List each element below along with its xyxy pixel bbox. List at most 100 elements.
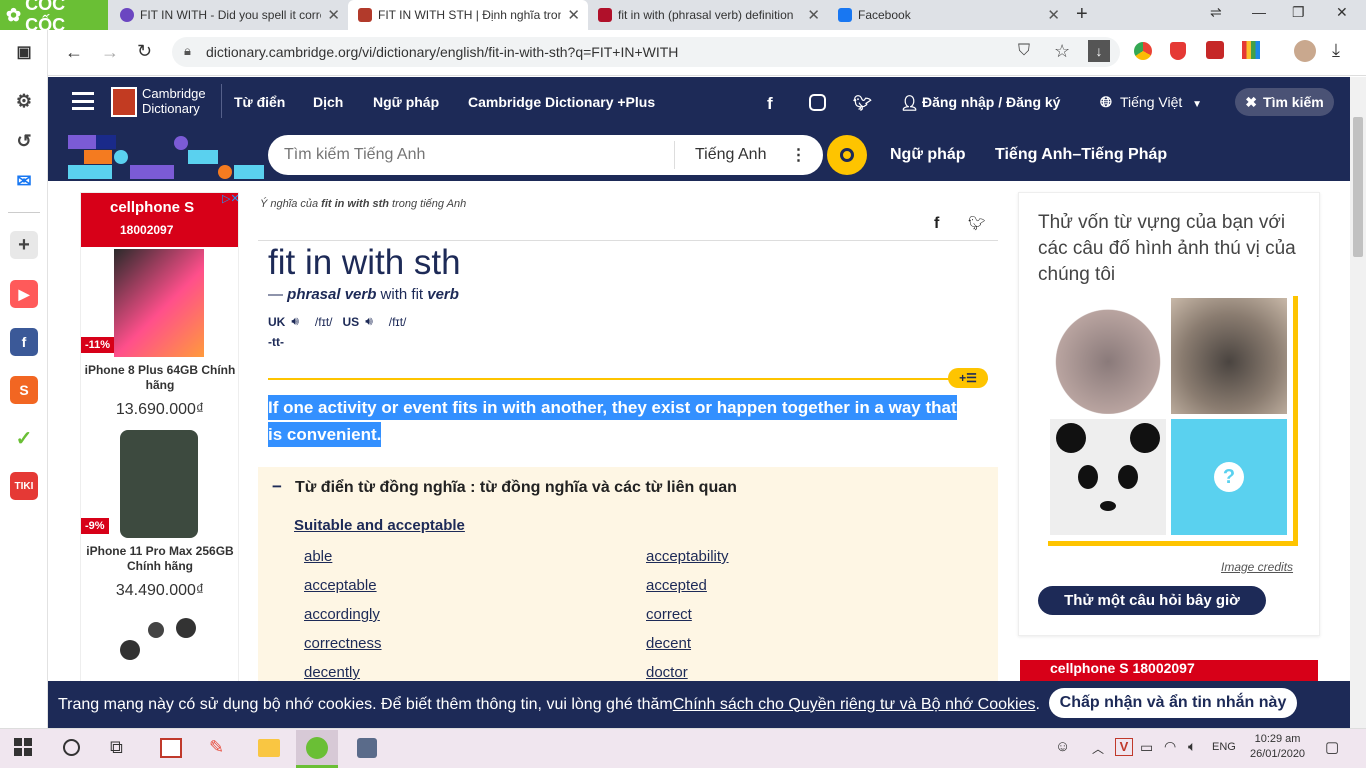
synonym-link[interactable]: correct (646, 606, 692, 623)
wifi-icon[interactable]: ◠ (1164, 738, 1176, 755)
synonym-link[interactable]: acceptable (304, 577, 377, 594)
unikey-icon[interactable]: V (1115, 738, 1133, 756)
site-logo[interactable]: Cambridge Dictionary (142, 86, 206, 116)
synonym-link[interactable]: accordingly (304, 606, 380, 623)
thesaurus-title[interactable]: Từ điển từ đồng nghĩa : từ đồng nghĩa và… (295, 479, 737, 497)
share-twitter-icon[interactable]: 🐦︎ (968, 215, 986, 232)
language-indicator[interactable]: ENG (1212, 741, 1236, 753)
avatar[interactable] (1294, 40, 1316, 62)
nav-grammar[interactable]: Ngữ pháp (373, 94, 439, 110)
url-field[interactable]: 🔒︎ dictionary.cambridge.org/vi/dictionar… (172, 37, 1120, 67)
file-explorer-icon[interactable] (258, 739, 280, 757)
quiz-start-button[interactable]: Thử một câu hỏi bây giờ (1038, 586, 1266, 615)
synonym-link[interactable]: correctness (304, 635, 382, 652)
collapse-icon[interactable]: − (272, 477, 282, 497)
synonym-link[interactable]: acceptability (646, 548, 729, 565)
download-arrow-icon[interactable]: ⤓ (1332, 40, 1340, 61)
login-link[interactable]: Đăng nhập / Đăng ký (922, 94, 1060, 110)
privacy-policy-link[interactable]: Chính sách cho Quyền riêng tư và Bộ nhớ … (673, 696, 1036, 714)
coccoc-taskbar-active[interactable] (296, 730, 338, 768)
cortana-search-icon[interactable] (63, 739, 80, 756)
shield-icon[interactable]: ⛉ (1018, 42, 1030, 60)
scrollbar[interactable] (1350, 77, 1366, 728)
close-tab-icon[interactable]: ✕ (807, 6, 820, 24)
messenger-icon[interactable]: ✉ (10, 167, 38, 195)
adblock-shield-icon[interactable] (1170, 42, 1186, 60)
seal-image[interactable] (1171, 298, 1287, 414)
user-icon[interactable]: 👤︎ (900, 94, 919, 112)
new-tab-icon[interactable]: + (1076, 3, 1088, 26)
paint-icon[interactable]: ✎ (209, 737, 224, 758)
app-icon[interactable] (160, 738, 182, 758)
instagram-icon[interactable] (809, 94, 826, 111)
bookmark-star-icon[interactable]: ☆ (1054, 41, 1070, 62)
window-close-icon[interactable]: ✕ (1336, 4, 1348, 21)
volume-icon[interactable]: 🔈︎ (1188, 738, 1196, 755)
synonym-link[interactable]: decent (646, 635, 691, 652)
language-select[interactable]: Tiếng Việt ▼ (1120, 94, 1202, 110)
task-view-icon[interactable]: ⧉ (110, 737, 123, 758)
windows-start-icon[interactable] (14, 738, 32, 756)
more-options-icon[interactable]: ⋮ (790, 145, 806, 165)
uk-audio-speaker-icon[interactable]: 🔊︎ (291, 314, 299, 329)
youtube-icon[interactable]: ▶ (10, 280, 38, 308)
scrollbar-thumb[interactable] (1353, 117, 1363, 257)
nav-grammar-2[interactable]: Ngữ pháp (890, 146, 966, 164)
tab-4[interactable]: Facebook ✕ (828, 0, 1068, 30)
clock[interactable]: 10:29 am 26/01/2020 (1250, 732, 1305, 762)
nav-dictionary[interactable]: Từ điển (234, 94, 285, 110)
settings-gear-icon[interactable]: ⚙ (10, 87, 38, 115)
add-to-list-button[interactable]: +☰ (948, 368, 988, 388)
nav-translate[interactable]: Dịch (313, 94, 343, 110)
image-credits-link[interactable]: Image credits (1221, 560, 1293, 574)
search-toggle-button[interactable]: ✖ Tìm kiếm (1235, 88, 1334, 116)
thesaurus-group-link[interactable]: Suitable and acceptable (294, 517, 465, 534)
tab-3[interactable]: fit in with (phrasal verb) definition ✕ (588, 0, 828, 30)
tiki-icon[interactable]: TIKI (10, 472, 38, 500)
coccoc-green-icon[interactable]: ✓ (10, 424, 38, 452)
reload-icon[interactable]: ↻ (137, 41, 152, 62)
hamburger-menu-icon[interactable] (72, 92, 94, 110)
close-tab-icon[interactable]: ✕ (327, 6, 340, 24)
accept-cookies-button[interactable]: Chấp nhận và ẩn tin nhắn này (1049, 688, 1297, 718)
search-input[interactable] (284, 146, 664, 164)
forward-arrow-icon[interactable]: → (101, 42, 119, 63)
app-icon[interactable] (357, 738, 377, 758)
share-facebook-icon[interactable]: f (934, 215, 939, 233)
synonym-link[interactable]: doctor (646, 664, 688, 681)
mystery-image[interactable]: ? (1171, 419, 1287, 535)
download-icon[interactable]: ↓ (1088, 40, 1110, 62)
nav-english-french[interactable]: Tiếng Anh–Tiếng Pháp (995, 146, 1167, 164)
synonym-link[interactable]: able (304, 548, 332, 565)
minimize-icon[interactable]: — (1252, 4, 1266, 20)
tab-1[interactable]: FIT IN WITH - Did you spell it corre ✕ (110, 0, 348, 30)
search-language-select[interactable]: Tiếng Anh (695, 146, 766, 164)
synonym-link[interactable]: accepted (646, 577, 707, 594)
tab-list-icon[interactable]: ⇌ (1210, 4, 1222, 21)
us-audio-speaker-icon[interactable]: 🔊︎ (365, 314, 373, 329)
back-arrow-icon[interactable]: ← (65, 42, 83, 63)
panda-image[interactable] (1050, 419, 1166, 535)
facebook-icon[interactable]: f (767, 94, 773, 114)
tab-2-active[interactable]: FIT IN WITH STH | Định nghĩa trong ✕ (348, 0, 588, 30)
extension-color-icon[interactable] (1242, 41, 1260, 59)
close-tab-icon[interactable]: ✕ (567, 6, 580, 24)
close-tab-icon[interactable]: ✕ (1047, 6, 1060, 24)
ad-choices-icon[interactable]: ▷✕ (222, 192, 240, 205)
coccoc-menu-button[interactable]: ✿ CỐC CỐC (0, 0, 108, 35)
search-button[interactable] (827, 135, 867, 175)
sidebar-toggle-icon[interactable]: ▣ (10, 38, 38, 66)
notification-icon[interactable]: ▢ (1325, 738, 1339, 756)
synonym-link[interactable]: decently (304, 664, 360, 681)
chrome-ext-icon[interactable] (1134, 42, 1152, 60)
shopee-icon[interactable]: S (10, 376, 38, 404)
extension-red-icon[interactable] (1206, 41, 1224, 59)
hippo-image[interactable] (1050, 298, 1166, 414)
chevron-up-icon[interactable]: ︿ (1092, 740, 1104, 757)
nav-plus[interactable]: Cambridge Dictionary +Plus (468, 94, 655, 110)
twitter-icon[interactable]: 🐦︎ (853, 94, 872, 112)
maximize-icon[interactable]: ❐ (1292, 4, 1305, 21)
battery-icon[interactable]: ▭ (1140, 739, 1153, 756)
facebook-icon[interactable]: f (10, 328, 38, 356)
history-icon[interactable]: ↺ (10, 127, 38, 155)
